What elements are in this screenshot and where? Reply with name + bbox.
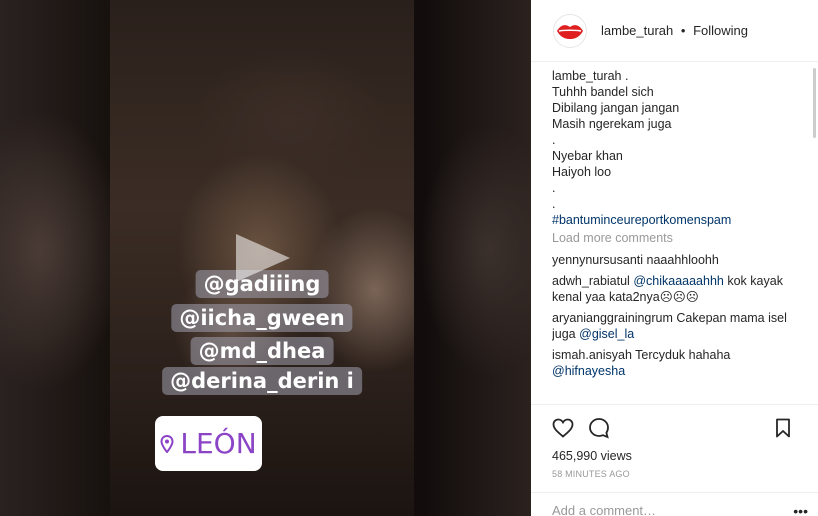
comment-username[interactable]: adwh_rabiatul <box>552 274 630 288</box>
caption-hashtag[interactable]: #bantuminceureportkomenspam <box>552 212 810 228</box>
location-pin-icon <box>160 434 174 453</box>
lips-logo-icon <box>557 24 583 39</box>
comment-mention[interactable]: @gisel_la <box>579 327 634 341</box>
more-options-icon[interactable]: ••• <box>793 503 808 516</box>
comment-mention[interactable]: @chikaaaaahhh <box>633 274 724 288</box>
post-media[interactable]: @gadiiing @iicha_gween @md_dhea @derina_… <box>0 0 531 516</box>
comments-list[interactable]: lambe_turah . Tuhhh bandel sich Dibilang… <box>552 68 810 406</box>
caption-username[interactable]: lambe_turah <box>552 69 622 83</box>
location-sticker: LEÓN <box>155 416 262 471</box>
comment-mention[interactable]: @hifnayesha <box>552 363 810 379</box>
heart-icon[interactable] <box>552 417 574 439</box>
add-comment-placeholder: Add a comment… <box>552 503 657 516</box>
header-username[interactable]: lambe_turah <box>601 23 673 38</box>
comment-text: Tercyduk hahaha <box>635 348 731 362</box>
play-icon[interactable] <box>236 234 290 282</box>
caption-line: Masih ngerekam juga <box>552 117 672 131</box>
location-label: LEÓN <box>180 427 257 460</box>
load-more-comments-link[interactable]: Load more comments <box>552 230 810 246</box>
caption-line: . <box>552 133 556 147</box>
comment-item: ismah.anisyah Tercyduk hahaha @hifnayesh… <box>552 347 810 379</box>
post-side-panel: lambe_turah • Following lambe_turah . Tu… <box>531 0 818 516</box>
comment-item: yennynursusanti naaahhloohh <box>552 252 810 268</box>
comment-username[interactable]: yennynursusanti <box>552 253 643 267</box>
caption-line: Nyebar khan <box>552 149 623 163</box>
action-icons-row <box>531 417 818 439</box>
caption-line: Haiyoh loo <box>552 165 612 179</box>
caption-sticker-2: @iicha_gween <box>171 304 353 332</box>
caption-line: . <box>552 197 556 211</box>
caption-sticker-4: @derina_derin i <box>162 367 362 395</box>
caption-line: Dibilang jangan jangan <box>552 101 680 115</box>
caption-line: . <box>552 181 556 195</box>
post-caption: lambe_turah . Tuhhh bandel sich Dibilang… <box>552 68 810 228</box>
header-separator: • <box>680 23 686 38</box>
following-button[interactable]: Following <box>693 23 748 38</box>
comment-username[interactable]: aryanianggrainingrum <box>552 311 673 325</box>
comment-username[interactable]: ismah.anisyah <box>552 348 632 362</box>
comment-icon[interactable] <box>588 417 610 439</box>
add-comment-input[interactable]: Add a comment… ••• <box>531 492 818 516</box>
header-text: lambe_turah • Following <box>601 23 748 38</box>
view-count[interactable]: 465,990 views <box>531 449 818 463</box>
post-header: lambe_turah • Following <box>531 0 818 62</box>
comment-item: aryanianggrainingrum Cakepan mama isel j… <box>552 310 810 342</box>
caption-sticker-3: @md_dhea <box>190 337 334 365</box>
caption-line: Tuhhh bandel sich <box>552 85 654 99</box>
post-actions: 465,990 views 58 MINUTES AGO <box>531 404 818 479</box>
post-timestamp[interactable]: 58 MINUTES AGO <box>531 469 818 479</box>
bookmark-icon[interactable] <box>772 417 794 439</box>
comment-item: adwh_rabiatul @chikaaaaahhh kok kayak ke… <box>552 273 810 305</box>
avatar[interactable] <box>553 13 587 48</box>
comment-text: naaahhloohh <box>646 253 719 267</box>
caption-line: . <box>624 69 629 83</box>
comments-scrollbar[interactable] <box>813 68 816 138</box>
